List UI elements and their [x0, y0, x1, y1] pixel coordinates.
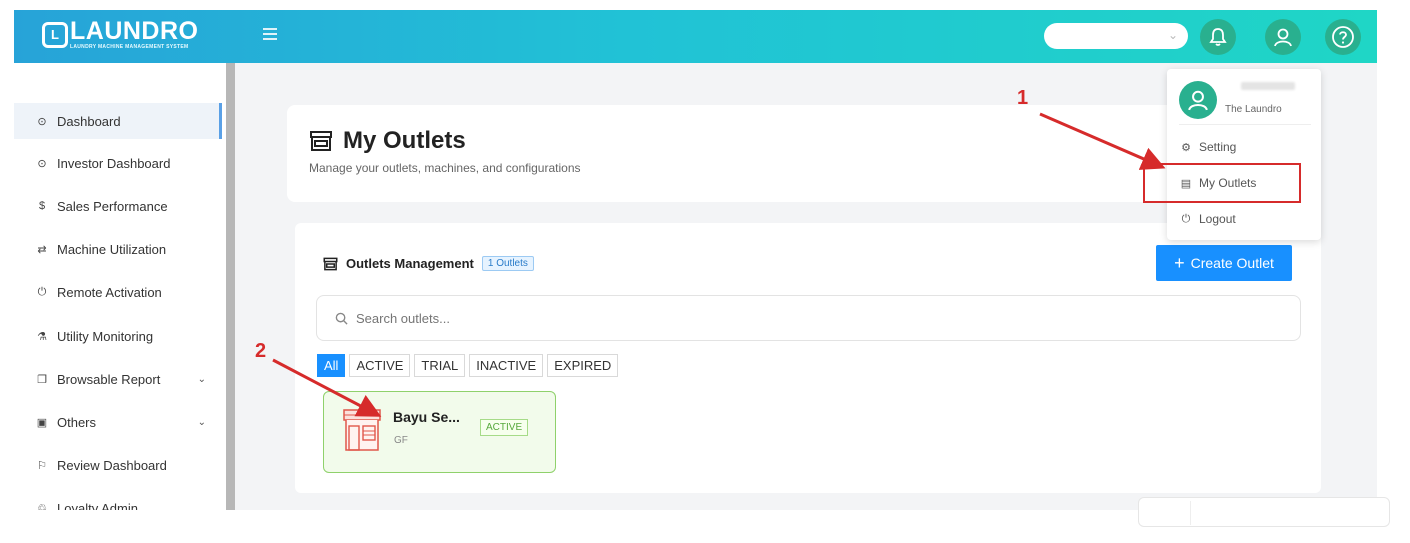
annotation-arrow-1: [1039, 112, 1166, 170]
annotation-arrow-2: [272, 358, 382, 417]
annotation-arrows: [272, 112, 1166, 417]
